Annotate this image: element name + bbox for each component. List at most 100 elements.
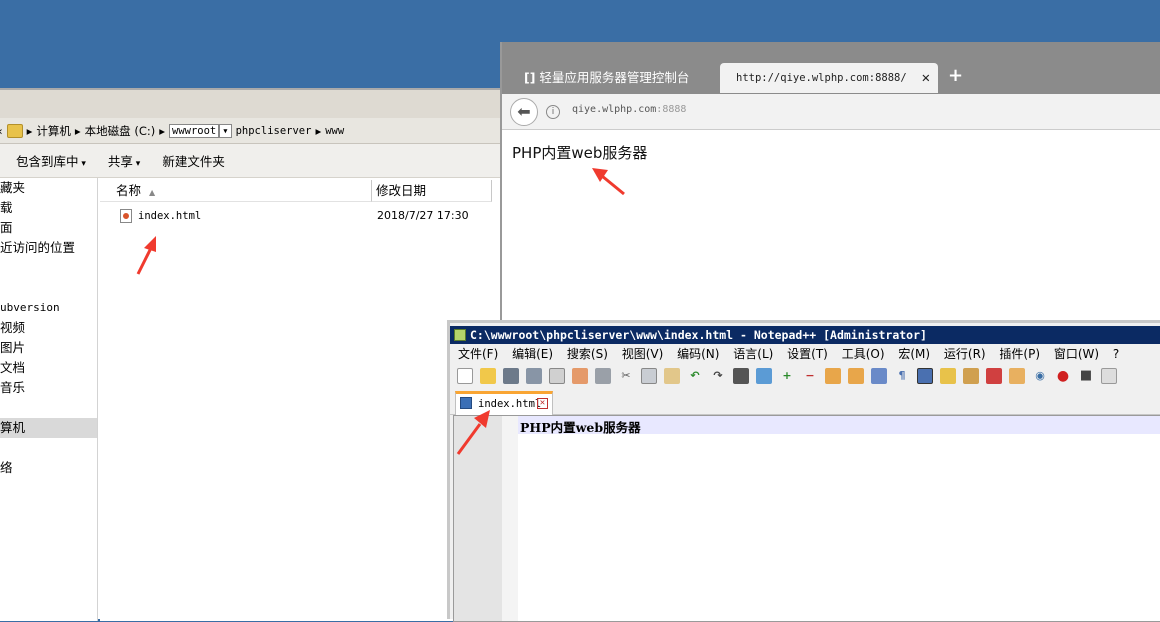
file-row[interactable]: index.html 2018/7/27 17:30 [100,206,500,226]
nav-item-favorites[interactable]: 藏夹 [0,178,25,198]
npp-editor[interactable]: PHP内置web服务器 [453,415,1160,622]
menu-language[interactable]: 语言(L) [733,347,773,361]
breadcrumb-separator-icon[interactable]: ▸ [159,124,165,138]
folder-workspace-icon[interactable] [1009,368,1025,384]
indent-guide-icon[interactable] [917,368,933,384]
doc-map-icon[interactable] [963,368,979,384]
share-button[interactable]: 共享 [108,151,140,170]
url-field[interactable]: qiye.wlphp.com:8888 [572,104,686,115]
new-file-icon[interactable] [457,368,473,384]
annotation-arrow-icon [136,236,156,275]
back-arrow-icon[interactable]: ⬅ [510,98,538,126]
tab-qiye[interactable]: http://qiye.wlphp.com:8888/ ✕ [720,63,938,93]
explorer-title-bar [0,90,500,118]
menu-macro[interactable]: 宏(M) [898,347,930,361]
close-file-icon[interactable] [549,368,565,384]
breadcrumb-local-disk[interactable]: 本地磁盘 (C:) [85,123,156,139]
tab-strip: [​] 轻量应用服务器管理控制台 ✕ http://qiye.wlphp.com… [502,42,1160,94]
tab-console[interactable]: [​] 轻量应用服务器管理控制台 ✕ [524,63,732,93]
close-all-icon[interactable] [572,368,588,384]
cut-icon[interactable]: ✂ [618,368,634,384]
word-wrap-icon[interactable] [871,368,887,384]
menu-run[interactable]: 运行(R) [944,347,986,361]
tab-console-label: 轻量应用服务器管理控制台 [539,70,690,85]
file-explorer-window: ‹ ▸ 计算机 ▸ 本地磁盘 (C:) ▸ wwwroot ▾ phpclise… [0,88,500,621]
sync-horizontal-icon[interactable] [848,368,864,384]
npp-tab-bar: index.html ✕ [450,389,1160,415]
nav-item-network[interactable]: 络 [0,458,13,478]
menu-plugins[interactable]: 插件(P) [999,347,1040,361]
breadcrumb-dropdown-icon[interactable]: ▾ [219,123,232,138]
nav-item-music[interactable]: 音乐 [0,378,25,398]
url-port: :8888 [656,104,687,115]
undo-icon[interactable]: ↶ [687,368,703,384]
menu-tools[interactable]: 工具(O) [842,347,885,361]
sort-ascending-icon: ▲ [149,188,156,197]
redo-icon[interactable]: ↷ [710,368,726,384]
breadcrumb-phpcliserver[interactable]: phpcliserver [236,125,312,137]
new-tab-plus-icon[interactable]: + [948,65,963,86]
user-language-icon[interactable] [940,368,956,384]
show-all-chars-icon[interactable]: ¶ [894,368,910,384]
paste-icon[interactable] [664,368,680,384]
nav-item-videos[interactable]: 视频 [0,318,25,338]
record-macro-icon[interactable]: ● [1055,368,1071,384]
npp-title-text: C:\wwwroot\phpcliserver\www\index.html -… [470,328,927,342]
stop-macro-icon[interactable]: ■ [1078,368,1094,384]
breadcrumb-separator-icon[interactable]: ▸ [75,124,81,138]
menu-window[interactable]: 窗口(W) [1054,347,1099,361]
chevron-left-icon[interactable]: ‹ [0,124,3,138]
nav-item-recent-places[interactable]: 近访问的位置 [0,238,75,258]
menu-settings[interactable]: 设置(T) [787,347,828,361]
annotation-arrow-icon [592,168,625,196]
menu-file[interactable]: 文件(F) [458,347,498,361]
menu-edit[interactable]: 编辑(E) [512,347,553,361]
menu-search[interactable]: 搜索(S) [567,347,608,361]
address-bar[interactable]: ‹ ▸ 计算机 ▸ 本地磁盘 (C:) ▸ wwwroot ▾ phpclise… [0,118,500,144]
nav-item-subversion[interactable]: ubversion [0,298,60,318]
save-icon[interactable] [503,368,519,384]
tab-qiye-label: http://qiye.wlphp.com:8888/ [736,72,907,84]
save-all-icon[interactable] [526,368,542,384]
copy-icon[interactable] [641,368,657,384]
npp-toolbar: ✂ ↶ ↷ + − ¶ ◉ ● ■ [450,364,1160,388]
html-file-icon [120,209,132,223]
function-list-icon[interactable] [986,368,1002,384]
sync-vertical-icon[interactable] [825,368,841,384]
column-header-modified[interactable]: 修改日期 [372,180,492,202]
page-content-text: PHP内置web服务器 [512,144,648,162]
column-header-name[interactable]: 名称 ▲ [100,180,372,202]
info-icon[interactable]: i [546,105,560,119]
breadcrumb-www[interactable]: www [325,125,344,137]
open-folder-icon[interactable] [480,368,496,384]
zoom-out-icon[interactable]: − [802,368,818,384]
include-in-library-button[interactable]: 包含到库中 [16,151,86,170]
breadcrumb-separator-icon[interactable]: ▸ [315,124,321,138]
code-line: PHP内置web服务器 [520,420,641,435]
folder-icon [6,123,23,138]
nav-item-downloads[interactable]: 载 [0,198,13,218]
nav-item-documents[interactable]: 文档 [0,358,25,378]
nav-item-pictures[interactable]: 图片 [0,338,25,358]
menu-help[interactable]: ? [1113,347,1119,361]
breadcrumb-wwwroot[interactable]: wwwroot [169,123,220,138]
nav-item-computer[interactable]: 算机 [0,418,97,438]
column-name-label: 名称 [116,183,142,198]
breadcrumb-computer[interactable]: 计算机 [36,123,71,139]
play-macro-icon[interactable] [1101,368,1117,384]
npp-title-bar: C:\wwwroot\phpcliserver\www\index.html -… [450,326,1160,344]
nav-item-desktop[interactable]: 面 [0,218,13,238]
menu-encoding[interactable]: 编码(N) [677,347,719,361]
menu-view[interactable]: 视图(V) [622,347,664,361]
close-tab-icon[interactable]: ✕ [922,63,930,93]
breadcrumb-separator-icon[interactable]: ▸ [27,124,33,138]
close-tab-icon[interactable]: ✕ [537,398,548,409]
npp-menu-bar: 文件(F) 编辑(E) 搜索(S) 视图(V) 编码(N) 语言(L) 设置(T… [450,344,1160,364]
zoom-in-icon[interactable]: + [779,368,795,384]
find-icon[interactable] [733,368,749,384]
print-icon[interactable] [595,368,611,384]
navigation-pane: 藏夹 载 面 近访问的位置 ubversion 视频 图片 文档 音乐 算机 络 [0,178,98,621]
new-folder-button[interactable]: 新建文件夹 [162,151,225,170]
monitoring-eye-icon[interactable]: ◉ [1032,368,1048,384]
replace-icon[interactable] [756,368,772,384]
